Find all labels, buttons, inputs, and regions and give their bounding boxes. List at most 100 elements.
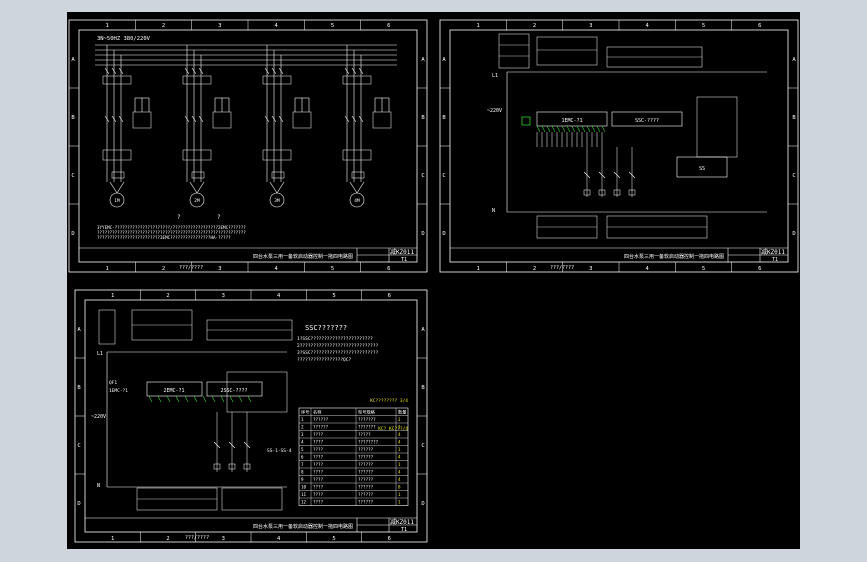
table-cell: 1: [398, 492, 401, 497]
drawing-sub-number: T1: [772, 257, 778, 263]
grid-col-label: 2: [166, 293, 169, 299]
label-l1: L1: [97, 351, 103, 357]
green-contact: [601, 125, 606, 133]
green-contact: [247, 395, 252, 403]
note-line: ?????????????????QC?: [297, 357, 351, 363]
grid-row-label: D: [421, 231, 424, 237]
table-cell: ????: [313, 432, 324, 437]
motor-feed: [356, 181, 365, 194]
grid-row-label: C: [442, 173, 445, 179]
table-note-yellow: KC???????? 3/4: [370, 398, 408, 404]
table-cell: ????: [313, 455, 324, 460]
table-cell: ???????: [358, 425, 376, 430]
table-cell: 4: [398, 455, 401, 460]
grid-col-label: 3: [589, 266, 592, 272]
grid-col-label: 5: [332, 293, 335, 299]
grid-col-label: 4: [277, 536, 281, 542]
grid-row-label: A: [442, 57, 446, 63]
table-cell: 4: [398, 477, 401, 482]
grid-col-label: 4: [646, 266, 650, 272]
grid-col-label: 2: [166, 536, 169, 542]
bypass-contactor: [132, 111, 152, 129]
drawing-title: 四台水泵三用一备软启动器控制一拖四电路图: [253, 253, 353, 260]
sheet-frames: 112233445566A AB BC CD D四台水泵三用一备软启动器控制一拖四电路图…: [68, 19, 799, 543]
motor-feed: [269, 181, 278, 194]
green-contact: [193, 395, 198, 403]
label-qf: QF1: [109, 380, 117, 386]
grid-col-label: 5: [332, 536, 335, 542]
sheet-1-main-circuit: 3N~50HZ 380/220V1M 2M 3M 4M? ?3YYEMC-???????…: [95, 36, 397, 240]
grid-col-label: 6: [758, 23, 761, 29]
grid-row-label: B: [71, 115, 75, 121]
table-cell: 1: [398, 417, 401, 422]
grid-col-label: 5: [331, 266, 334, 272]
sheet-outer-frame: [74, 289, 428, 543]
table-cell: ??????: [358, 470, 374, 475]
sheet-inner-frame: [84, 299, 418, 533]
grid-row-label: A: [421, 57, 425, 63]
green-contact: [596, 125, 601, 133]
table-cell: ????: [313, 462, 324, 467]
table-cell: ????: [313, 440, 324, 445]
ssc-device-label: SSC-????: [635, 118, 659, 124]
grid-col-label: 6: [387, 266, 390, 272]
table-cell: ????: [313, 500, 324, 505]
grid-col-label: 1: [477, 266, 480, 272]
grid-col-label: 1: [477, 23, 480, 29]
drawing-number: 减KZ011: [390, 518, 414, 526]
motor-feed: [276, 181, 285, 194]
table-cell: ???????: [358, 417, 376, 422]
footer-text: ???/????: [550, 265, 574, 271]
drawing-canvas[interactable]: 1 1 2 2 3 3 4 4 5 5 6 6 A A B B C C D D 四台水泵三用一备软启动器控制一拖四电路图…: [67, 12, 800, 549]
green-contact: [148, 395, 153, 403]
table-cell: 2: [301, 425, 304, 430]
table-cell: 1: [301, 417, 304, 422]
green-contact: [238, 395, 243, 403]
grid-row-label: D: [792, 231, 795, 237]
note-title: SSC???????: [305, 324, 347, 332]
note-line: ?????????????????????????3EMC???????????…: [97, 235, 231, 240]
sheet-3-control-circuit-with-table: L1 N ~220V QF1 1EMC-?1 2EMC-?1 2SSC-???? SS-1-S…: [91, 309, 409, 511]
legend-table: [221, 487, 283, 511]
table-cell: 1: [398, 462, 401, 467]
green-contact: [566, 125, 571, 133]
grid-row-label: C: [421, 443, 424, 449]
grid-col-label: 6: [388, 536, 391, 542]
bypass-contactor: [292, 111, 312, 129]
motor-feed: [189, 181, 198, 194]
table-cell: ??????: [358, 500, 374, 505]
emc-device-label: 1EMC-?1: [561, 118, 582, 124]
motor-label: 4M: [354, 198, 360, 204]
green-contact: [166, 395, 171, 403]
note-mark: ?: [217, 214, 221, 221]
grid-col-label: 3: [589, 23, 592, 29]
table-header-cell: 序号: [301, 409, 309, 416]
motor-label: 2M: [194, 198, 200, 204]
table-cell: 1: [398, 447, 401, 452]
label-n: N: [492, 208, 495, 214]
footer-text: ???/????: [185, 535, 209, 541]
grid-col-label: 4: [275, 266, 279, 272]
grid-row-label: D: [442, 231, 445, 237]
grid-col-label: 3: [222, 536, 225, 542]
green-contact: [581, 125, 586, 133]
grid-col-label: 6: [758, 266, 761, 272]
grid-row-label: B: [442, 115, 446, 121]
table-header-cell: 数量: [398, 409, 406, 416]
drawing-number: 减KZ011: [761, 248, 785, 256]
green-contact: [175, 395, 180, 403]
table-cell: 12: [301, 500, 307, 505]
table-cell: ??????: [313, 417, 329, 422]
bypass-contactor: [212, 111, 232, 129]
table-cell: 10: [301, 485, 307, 490]
cad-viewer: 1 1 2 2 3 3 4 4 5 5 6 6 A A B B C C D D 四台水泵三用一备软启动器控制一拖四电路图…: [0, 0, 867, 562]
note-line: 1?SSC???????????????????????: [297, 336, 373, 342]
supply-label: 3N~50HZ 380/220V: [97, 36, 151, 42]
grid-row-label: D: [421, 501, 424, 507]
note-line: 2?????????????????????????????: [297, 343, 379, 349]
grid-row-label: C: [77, 443, 80, 449]
table-cell: 4: [301, 440, 304, 445]
grid-col-label: 4: [646, 23, 650, 29]
grid-col-label: 2: [162, 23, 165, 29]
table-cell: 9: [301, 477, 304, 482]
